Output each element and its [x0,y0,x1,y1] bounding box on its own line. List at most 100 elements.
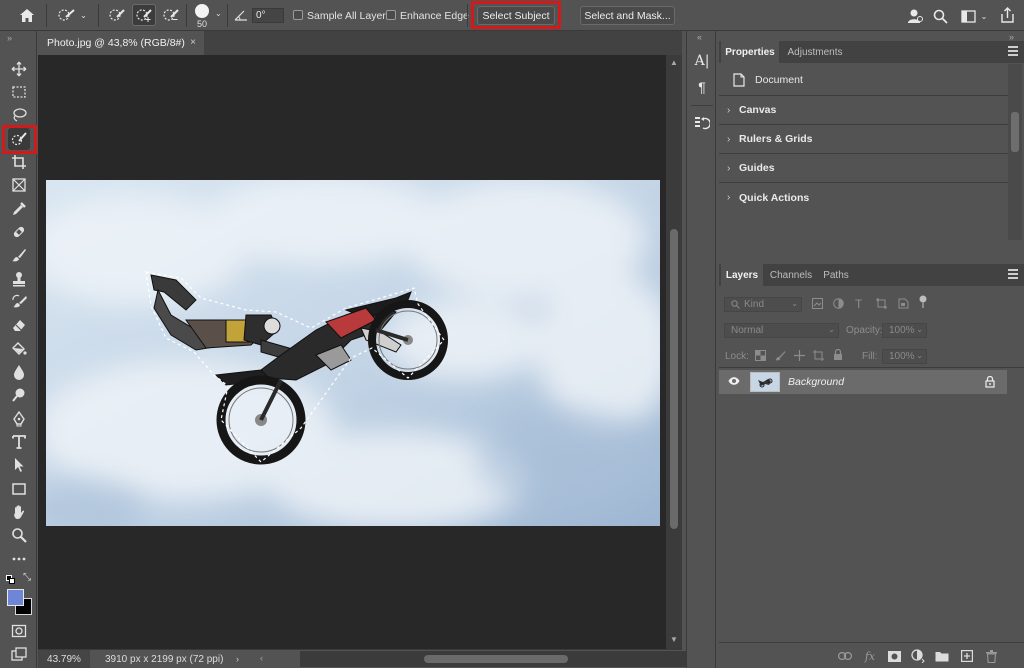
brush-size-picker[interactable]: 50 [192,2,212,30]
tab-adjustments[interactable]: Adjustments [783,41,847,63]
section-rulers-grids[interactable]: › Rulers & Grids [719,125,1008,154]
history-panel-button[interactable] [692,113,712,133]
layers-panel-menu-icon[interactable] [1008,269,1018,279]
eyedropper-tool[interactable] [8,198,30,220]
filter-shape-icon[interactable] [876,298,887,312]
collapse-dock-icon[interactable]: « [697,32,702,42]
filter-pixel-icon[interactable] [812,298,823,312]
pen-tool[interactable] [8,408,30,430]
filter-toggle-icon[interactable] [919,295,927,312]
new-layer-button[interactable] [960,649,974,663]
enhance-edge-checkbox[interactable] [386,10,396,20]
tool-preset-picker[interactable]: ⌄ [54,5,90,25]
link-layers-button[interactable] [838,649,852,663]
lock-all-icon[interactable] [833,348,843,364]
section-guides[interactable]: › Guides [719,154,1008,183]
add-layer-style-button[interactable]: fx [863,649,877,663]
blur-tool[interactable] [8,361,30,383]
lock-artboard-icon[interactable] [813,350,824,364]
screen-mode-button[interactable] [8,643,30,665]
hand-tool[interactable] [8,501,30,523]
healing-brush-tool[interactable] [8,221,30,243]
rectangle-tool[interactable] [8,478,30,500]
history-brush-tool[interactable] [8,291,30,313]
select-and-mask-button[interactable]: Select and Mask... [580,6,675,25]
tab-properties[interactable]: Properties [721,41,779,63]
zoom-level-field[interactable]: 43.79% [38,650,90,668]
paint-bucket-tool[interactable] [8,338,30,360]
fill-field[interactable]: 100% ⌄ [882,349,927,364]
status-menu-chevron-icon[interactable]: › [236,654,239,664]
horizontal-scroll-thumb[interactable] [424,655,568,663]
tab-layers[interactable]: Layers [721,264,763,286]
layer-filter-kind-dropdown[interactable]: Kind ⌄ [724,297,802,312]
document-tab[interactable]: Photo.jpg @ 43,8% (RGB/8#) × [38,31,204,55]
share-profile-button[interactable] [905,6,925,26]
canvas-vertical-scrollbar[interactable]: ▲ ▼ [666,55,682,649]
tab-paths[interactable]: Paths [819,264,853,286]
home-button[interactable] [16,5,38,25]
photo-image[interactable] [46,180,660,526]
search-button[interactable] [930,6,950,26]
sample-all-layers-checkbox[interactable] [293,10,303,20]
zoom-tool[interactable] [8,524,30,546]
swap-colors-icon[interactable]: ⤡ [23,572,31,583]
canvas-horizontal-scrollbar[interactable]: ‹ › [260,651,700,667]
foreground-color-swatch[interactable] [7,589,24,606]
blend-mode-dropdown[interactable]: Normal ⌄ [724,323,839,338]
workspace-switcher[interactable]: ⌄ [956,6,992,26]
frame-tool[interactable] [8,174,30,196]
type-tool[interactable] [8,431,30,453]
add-mask-button[interactable] [887,649,901,663]
paragraph-panel-button[interactable]: ¶ [692,77,712,97]
lasso-tool[interactable] [8,104,30,126]
section-canvas[interactable]: › Canvas [719,96,1008,125]
vertical-scroll-thumb[interactable] [670,229,678,529]
dodge-tool[interactable] [8,384,30,406]
more-tools-button[interactable] [8,548,30,570]
section-quick-actions[interactable]: › Quick Actions [719,183,1008,212]
delete-layer-button[interactable] [984,649,998,663]
path-selection-tool[interactable] [8,454,30,476]
collapse-toolbar-icon[interactable]: » [7,33,12,43]
eraser-tool[interactable] [8,314,30,336]
marquee-tool[interactable] [8,81,30,103]
scroll-up-icon[interactable]: ▲ [670,58,678,67]
canvas-area[interactable] [38,55,666,649]
default-colors-button[interactable] [6,575,15,584]
properties-scrollbar[interactable] [1008,64,1022,240]
filter-smart-object-icon[interactable] [898,298,909,312]
link-icon [838,652,852,660]
lock-position-icon[interactable] [794,350,805,364]
clone-stamp-tool[interactable] [8,268,30,290]
lock-transparent-pixels-icon[interactable] [755,350,766,364]
character-panel-button[interactable]: A| [692,51,712,71]
layer-visibility-eye-icon[interactable] [728,376,740,389]
new-selection-mode-button[interactable] [106,5,128,25]
layer-row-background[interactable]: Background [719,370,1007,394]
close-tab-icon[interactable]: × [190,37,196,48]
filter-type-icon[interactable]: T [855,297,862,311]
brush-tool[interactable] [8,244,30,266]
new-group-button[interactable] [935,649,949,663]
tab-channels[interactable]: Channels [767,264,815,286]
layer-lock-icon[interactable] [985,375,995,391]
add-to-selection-mode-button[interactable] [132,4,156,26]
scroll-down-icon[interactable]: ▼ [670,635,678,644]
angle-input[interactable]: 0° [252,8,284,23]
brush-size-chevron-icon[interactable]: ⌄ [215,9,222,18]
scroll-left-icon[interactable]: ‹ [260,653,263,663]
lock-image-pixels-icon[interactable] [775,350,786,364]
quick-selection-subtract-icon [163,9,179,21]
move-tool[interactable] [8,58,30,80]
opacity-field[interactable]: 100% ⌄ [882,323,927,338]
quick-mask-button[interactable] [8,620,30,642]
subtract-from-selection-mode-button[interactable] [160,5,182,25]
crop-tool[interactable] [8,151,30,173]
properties-scroll-thumb[interactable] [1011,112,1019,152]
properties-panel-menu-icon[interactable] [1008,46,1018,56]
new-adjustment-layer-button[interactable] [911,649,925,663]
share-button[interactable] [997,5,1017,25]
paragraph-icon: ¶ [698,79,706,95]
filter-adjustment-icon[interactable] [833,298,844,312]
